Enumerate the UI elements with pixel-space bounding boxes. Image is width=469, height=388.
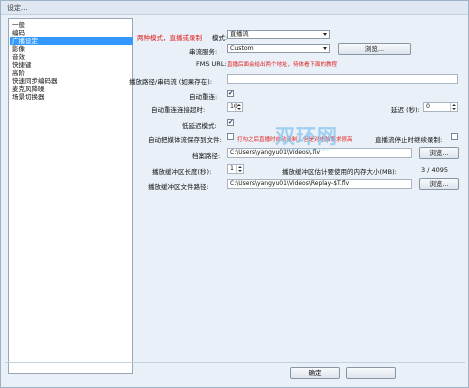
replay-length-label: 播放缓冲区长度(秒): [152,168,212,176]
delay-value: 0 [426,103,430,110]
sidebar-item-audio[interactable]: 音效 [10,53,133,61]
mode-label: 模式: [212,34,228,42]
replay-length-value: 1 [230,165,234,172]
auto-save-checkbox[interactable] [227,133,234,140]
broadcast-settings-panel: 两种模式，直播或录制 模式: 直播流 串流服务: Custom 浏览... FM… [129,18,463,358]
delay-label: 延迟 (秒): [391,106,420,114]
low-latency-checkbox[interactable]: ✔ [227,118,234,126]
sidebar-item-broadcast-settings[interactable]: 广播设定 [10,37,133,45]
sidebar-item-video[interactable]: 影像 [10,45,133,53]
replay-path-input[interactable]: C:\Users\yangyu01\Videos\Replay-$T.flv [227,179,412,189]
watermark: 双环网 www.shuangz.com [275,120,338,153]
reconnect-timeout-stepper[interactable]: 10 [227,102,243,112]
fms-url-label: FMS URL: [196,60,227,68]
mode-note: 两种模式，直播或录制 [137,34,202,42]
service-label: 串流服务: [189,48,218,56]
spin-arrows-icon[interactable] [450,103,457,111]
sidebar-item-noise-gate[interactable]: 麦克风降噪 [10,85,133,93]
sidebar-item-encoding[interactable]: 编码 [10,29,133,37]
sidebar-item-quicksync[interactable]: 快速同步编码器 [10,77,133,85]
auto-reconnect-checkbox[interactable]: ✔ [227,89,234,97]
auto-reconnect-label: 自动重连: [189,93,218,101]
replay-memory-value: 3 / 4095 [421,166,448,174]
title-bar: 设定... [1,1,468,15]
replay-length-stepper[interactable]: 1 [227,164,244,174]
spin-arrows-icon[interactable] [236,165,243,173]
window-title: 设定... [7,4,28,12]
settings-sidebar: 一般 编码 广播设定 影像 音效 快捷键 高阶 快速同步编码器 麦克风降噪 场景… [8,18,133,374]
checkmark-icon: ✔ [228,118,234,126]
watermark-text: 双环网 [275,124,338,148]
browse-file-button[interactable]: 浏览... [419,147,459,159]
chevron-down-icon [323,33,327,36]
service-value: Custom [230,45,254,52]
replay-memory-label: 播放缓冲区估计要使用的内存大小(MB): [282,168,397,176]
stream-key-label: 播放路径/串码流 (如果存在): [129,78,213,86]
chevron-down-icon [323,47,327,50]
stream-key-input[interactable] [227,74,458,84]
watermark-subtext: www.shuangz.com [283,147,330,153]
reconnect-timeout-label: 自动重连连接超时: [151,106,206,114]
cancel-button[interactable] [346,367,396,379]
service-select[interactable]: Custom [227,44,330,53]
sidebar-item-scene-switcher[interactable]: 场景切换器 [10,93,133,101]
auto-save-label: 自动把媒体流保存到文件: [148,136,222,144]
footer-divider [5,362,465,363]
file-path-label: 档案路径: [192,152,221,160]
replay-path-label: 播放缓冲区文件路径: [148,183,209,191]
delay-stepper[interactable]: 0 [423,102,458,112]
browse-service-button[interactable]: 浏览... [338,43,411,55]
spin-arrows-icon[interactable] [235,103,242,111]
ok-button[interactable]: 确定 [290,367,340,379]
browse-replay-button[interactable]: 浏览... [419,178,459,190]
low-latency-label: 低延迟模式: [182,122,217,130]
fms-url-input[interactable] [227,58,457,68]
mode-select[interactable]: 直播流 [227,30,330,39]
keep-recording-label: 直播流停止时继续录制: [375,136,443,144]
settings-window: 设定... 一般 编码 广播设定 影像 音效 快捷键 高阶 快速同步编码器 麦克… [0,0,469,388]
sidebar-item-advanced[interactable]: 高阶 [10,69,133,77]
sidebar-item-hotkeys[interactable]: 快捷键 [10,61,133,69]
keep-recording-checkbox[interactable] [451,133,458,140]
sidebar-item-general[interactable]: 一般 [10,21,133,29]
mode-value: 直播流 [230,31,249,38]
checkmark-icon: ✔ [228,89,234,97]
